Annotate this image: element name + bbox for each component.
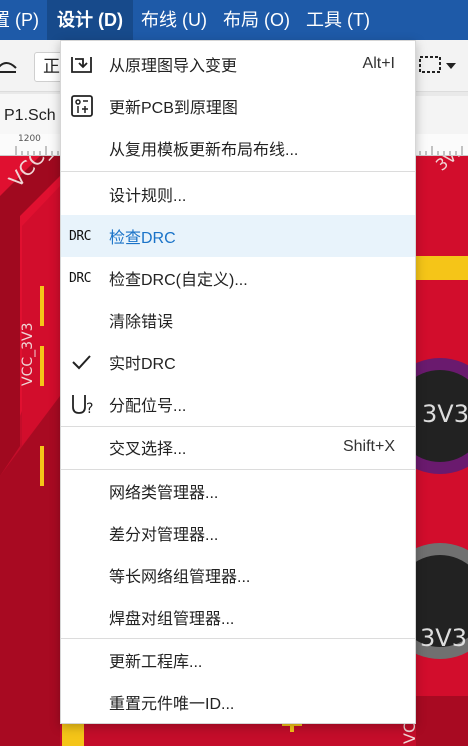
menu-item-label: 设计规则... [109,188,187,205]
menu-item-label: 更新工程库... [109,654,203,671]
drc-icon-text: DRC [69,228,91,244]
chevron-down-icon [444,58,458,76]
menu-item-update-project-library[interactable]: 更新工程库... [61,639,415,681]
assign-designator-icon: ? [69,383,101,425]
menu-item-update-from-template[interactable]: 从复用模板更新布局布线... [61,127,415,169]
menu-item-cross-select[interactable]: 交叉选择... Shift+X [61,426,415,468]
shortcut-label: Alt+I [362,55,395,72]
menu-item-label: 分配位号... [109,398,187,415]
menu-item-clear-errors[interactable]: 清除错误 [61,299,415,341]
net-label-vcc-2: VCC_3V3 [20,322,36,386]
menu-item-label: 从复用模板更新布局布线... [109,142,299,159]
menu-item-label: 检查DRC [109,230,176,247]
menu-design[interactable]: 设计 (D) [47,0,133,40]
shortcut-label: Shift+X [342,438,395,455]
checkmark-icon [69,341,101,383]
menu-item-label: 焊盘对组管理器... [109,611,235,628]
menu-bar: 置 (P) 设计 (D) 布线 (U) 布局 (O) 工具 (T) [0,0,468,40]
menu-item-update-pcb[interactable]: 更新PCB到原理图 [61,85,415,127]
net-label-3v3-2: 3V3 [420,624,467,652]
menu-item-check-drc[interactable]: DRC 检查DRC [61,215,415,257]
drc-custom-icon: DRC [69,257,101,299]
menu-tools[interactable]: 工具 (T) [298,0,378,40]
menu-item-label: 交叉选择... [109,441,187,458]
design-menu: 从原理图导入变更 Alt+I 更新PCB到原理图 从复用模板更新布局布线... … [60,40,416,724]
select-mode-dropdown[interactable] [418,54,468,80]
menu-item-label: 更新PCB到原理图 [109,100,238,117]
menu-item-label: 从原理图导入变更 [109,58,238,75]
menu-item-label: 网络类管理器... [109,485,219,502]
menu-item-label: 检查DRC(自定义)... [109,272,248,289]
menu-item-design-rules[interactable]: 设计规则... [61,173,415,215]
menu-item-reset-unique-id[interactable]: 重置元件唯一ID... [61,681,415,723]
net-label-3v3-1: 3V3 [422,400,468,428]
drc-icon-text: DRC [69,270,91,286]
menu-layout[interactable]: 布局 (O) [215,0,298,40]
menu-item-diff-pair-manager[interactable]: 差分对管理器... [61,512,415,554]
menu-item-label: 实时DRC [109,356,176,373]
import-icon [69,43,101,85]
svg-text:?: ? [86,401,93,417]
menu-item-label: 清除错误 [109,314,174,331]
menu-item-import-changes[interactable]: 从原理图导入变更 Alt+I [61,43,415,85]
menu-item-label: 等长网络组管理器... [109,569,251,586]
tab-bar-actions [416,96,468,134]
menu-item-assign-designators[interactable]: ? 分配位号... [61,383,415,425]
update-pcb-icon [69,85,101,127]
menu-item-realtime-drc[interactable]: 实时DRC [61,341,415,383]
tab-schematic[interactable]: P1.Sch [0,94,64,134]
menu-item-pad-pair-manager[interactable]: 焊盘对组管理器... [61,596,415,638]
drc-icon: DRC [69,215,101,257]
rectangle-select-icon [418,55,444,80]
menu-place[interactable]: 置 (P) [0,0,47,40]
menu-route[interactable]: 布线 (U) [133,0,215,40]
menu-divider [61,171,415,172]
menu-item-length-group-manager[interactable]: 等长网络组管理器... [61,554,415,596]
menu-item-check-drc-custom[interactable]: DRC 检查DRC(自定义)... [61,257,415,299]
menu-item-net-class-manager[interactable]: 网络类管理器... [61,470,415,512]
rotate-icon[interactable] [0,54,20,76]
menu-item-label: 差分对管理器... [109,527,219,544]
menu-item-label: 重置元件唯一ID... [109,696,235,713]
